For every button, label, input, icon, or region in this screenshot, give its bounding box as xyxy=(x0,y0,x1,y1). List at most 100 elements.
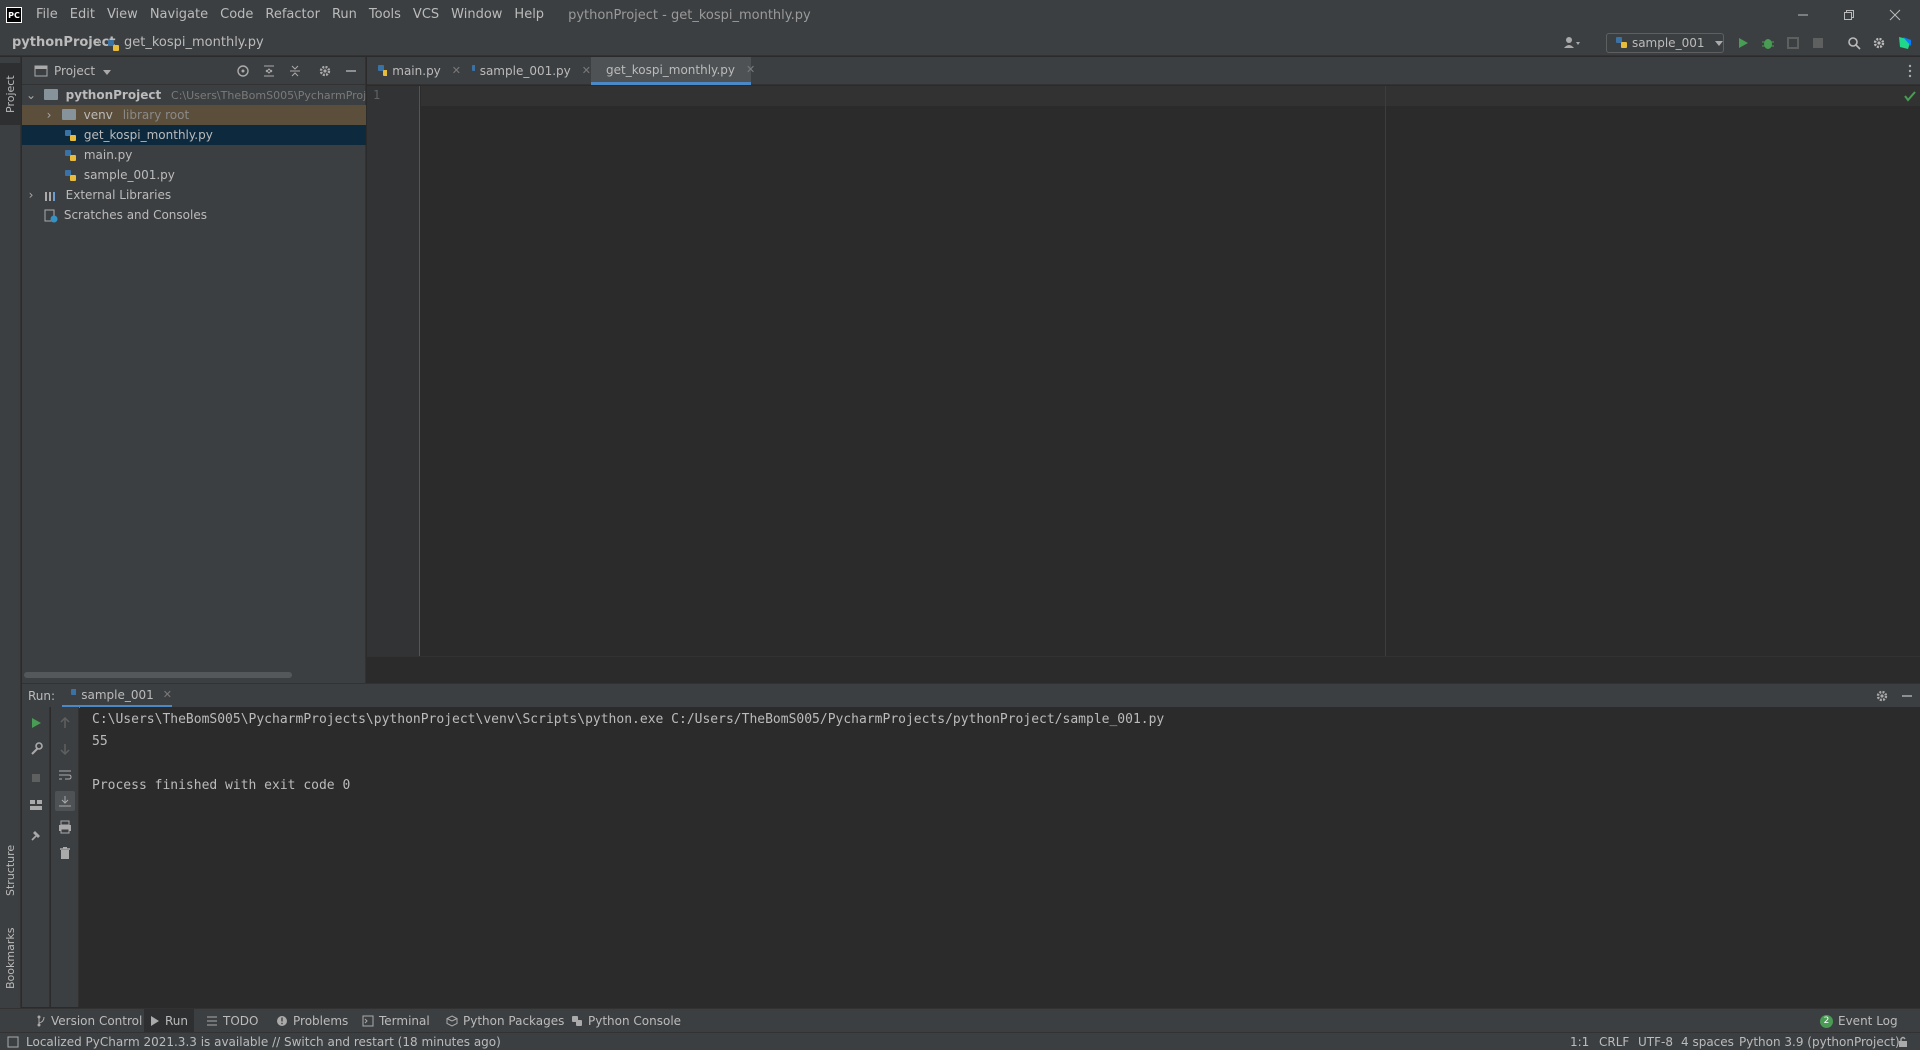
vcs-user-icon[interactable] xyxy=(1562,33,1582,53)
tab-main-py[interactable]: main.py ✕ xyxy=(367,57,461,85)
close-icon[interactable]: ✕ xyxy=(163,688,172,701)
rerun-button[interactable] xyxy=(26,713,46,733)
console-line: C:\Users\TheBomS005\PycharmProjects\pyth… xyxy=(92,712,1165,727)
tab-get-kospi-monthly[interactable]: get_kospi_monthly.py ✕ xyxy=(591,57,755,85)
stop-button[interactable] xyxy=(26,768,46,788)
close-icon[interactable]: ✕ xyxy=(452,57,461,85)
indent-setting[interactable]: 4 spaces xyxy=(1681,1033,1734,1050)
settings-button[interactable] xyxy=(1869,33,1889,53)
python-file-icon xyxy=(65,169,76,181)
inspection-ok-icon[interactable] xyxy=(1903,89,1917,103)
chevron-right-icon[interactable]: › xyxy=(22,185,40,205)
todo-tool[interactable]: TODO xyxy=(200,1009,264,1033)
caret-position[interactable]: 1:1 xyxy=(1570,1033,1589,1050)
menu-view[interactable]: View xyxy=(101,0,144,30)
gear-icon[interactable] xyxy=(318,64,332,78)
close-icon[interactable]: ✕ xyxy=(746,56,755,84)
pin-tab-button[interactable] xyxy=(26,825,46,845)
print-button[interactable] xyxy=(55,817,75,837)
stop-button[interactable] xyxy=(1808,33,1828,53)
menu-navigate[interactable]: Navigate xyxy=(144,0,214,30)
minimize-button[interactable] xyxy=(1780,0,1826,30)
version-control-tool[interactable]: Version Control xyxy=(30,1009,148,1033)
event-log-tool[interactable]: 2 Event Log xyxy=(1814,1009,1904,1033)
tab-sample-001[interactable]: sample_001.py ✕ xyxy=(461,57,591,85)
close-window-button[interactable] xyxy=(1872,0,1918,30)
debug-button[interactable] xyxy=(1758,33,1778,53)
project-tool-tab[interactable]: Project xyxy=(0,63,21,125)
tree-root-label: pythonProject xyxy=(65,88,162,102)
hide-panel-icon[interactable] xyxy=(344,64,358,78)
lock-icon[interactable] xyxy=(1897,1036,1909,1048)
tree-item-scratches[interactable]: Scratches and Consoles xyxy=(22,205,366,225)
menu-file[interactable]: File xyxy=(30,0,64,30)
menu-help[interactable]: Help xyxy=(508,0,550,30)
version-control-label: Version Control xyxy=(51,1014,143,1028)
scroll-down-button[interactable] xyxy=(55,739,75,759)
run-configuration-dropdown[interactable]: sample_001 xyxy=(1606,33,1724,53)
gear-icon[interactable] xyxy=(1875,689,1889,703)
restore-button[interactable] xyxy=(1826,0,1872,30)
bookmarks-tool-tab[interactable]: Bookmarks xyxy=(0,917,21,999)
expand-all-icon[interactable] xyxy=(262,64,276,78)
python-interpreter[interactable]: Python 3.9 (pythonProject) xyxy=(1739,1033,1900,1050)
python-packages-tool[interactable]: Python Packages xyxy=(440,1009,570,1033)
tree-item-file[interactable]: get_kospi_monthly.py xyxy=(22,125,366,145)
python-file-icon xyxy=(65,129,76,141)
structure-tool-tab[interactable]: Structure xyxy=(0,835,21,905)
run-tab-sample-001[interactable]: sample_001 ✕ xyxy=(62,684,172,708)
menu-code[interactable]: Code xyxy=(214,0,259,30)
tree-item-venv-label: venv xyxy=(83,108,113,122)
left-tool-stripe: Project Structure Bookmarks xyxy=(0,57,21,1009)
tree-file-label: sample_001.py xyxy=(83,168,175,182)
status-message[interactable]: Localized PyCharm 2021.3.3 is available … xyxy=(26,1033,501,1050)
terminal-icon xyxy=(362,1015,374,1027)
modify-run-config-button[interactable] xyxy=(26,739,46,759)
console-line: 55 xyxy=(92,734,108,749)
coverage-button[interactable] xyxy=(1783,33,1803,53)
toggle-tool-windows-icon[interactable] xyxy=(7,1036,19,1048)
file-encoding[interactable]: UTF-8 xyxy=(1638,1033,1673,1050)
run-tool[interactable]: Run xyxy=(144,1009,195,1033)
tree-item-file[interactable]: sample_001.py xyxy=(22,165,366,185)
breadcrumb-file[interactable]: get_kospi_monthly.py xyxy=(124,30,264,56)
tree-item-external-libraries[interactable]: › External Libraries xyxy=(22,185,366,205)
scroll-to-end-button[interactable] xyxy=(55,791,75,811)
chevron-right-icon[interactable]: › xyxy=(40,105,58,125)
run-button[interactable] xyxy=(1733,33,1753,53)
close-icon[interactable]: ✕ xyxy=(582,57,591,85)
menu-run[interactable]: Run xyxy=(326,0,363,30)
problems-tool[interactable]: Problems xyxy=(270,1009,354,1033)
project-view-selector[interactable]: Project xyxy=(54,57,95,85)
python-console-tool[interactable]: Python Console xyxy=(565,1009,687,1033)
horizontal-scrollbar[interactable] xyxy=(24,672,292,678)
soft-wrap-button[interactable] xyxy=(55,765,75,785)
chevron-down-icon[interactable]: ⌄ xyxy=(22,85,40,105)
run-toolbar-primary xyxy=(22,707,50,1007)
jetbrains-toolbox-button[interactable] xyxy=(1895,33,1915,53)
tree-item-venv[interactable]: › venv library root xyxy=(22,105,366,125)
branch-icon xyxy=(37,1015,45,1027)
tree-item-file[interactable]: main.py xyxy=(22,145,366,165)
line-separator[interactable]: CRLF xyxy=(1599,1033,1629,1050)
menu-vcs[interactable]: VCS xyxy=(407,0,445,30)
menu-refactor[interactable]: Refactor xyxy=(259,0,326,30)
terminal-tool[interactable]: Terminal xyxy=(356,1009,436,1033)
menu-tools[interactable]: Tools xyxy=(363,0,407,30)
python-file-icon xyxy=(1616,37,1627,48)
chevron-down-icon[interactable] xyxy=(102,67,112,77)
locate-icon[interactable] xyxy=(236,64,250,78)
collapse-all-icon[interactable] xyxy=(288,64,302,78)
search-everywhere-button[interactable] xyxy=(1844,33,1864,53)
clear-all-button[interactable] xyxy=(55,843,75,863)
menu-edit[interactable]: Edit xyxy=(64,0,101,30)
scroll-up-button[interactable] xyxy=(55,713,75,733)
layout-button[interactable] xyxy=(26,795,46,815)
tab-label: get_kospi_monthly.py xyxy=(606,62,735,77)
more-tabs-icon[interactable] xyxy=(1908,64,1912,78)
run-console-output[interactable]: C:\Users\TheBomS005\PycharmProjects\pyth… xyxy=(80,707,1920,1007)
menu-window[interactable]: Window xyxy=(445,0,508,30)
tree-root-pythonproject[interactable]: ⌄ pythonProject C:\Users\TheBomS005\Pych… xyxy=(22,85,366,105)
code-editor[interactable]: 1 xyxy=(367,86,1920,656)
hide-panel-icon[interactable] xyxy=(1900,689,1914,703)
